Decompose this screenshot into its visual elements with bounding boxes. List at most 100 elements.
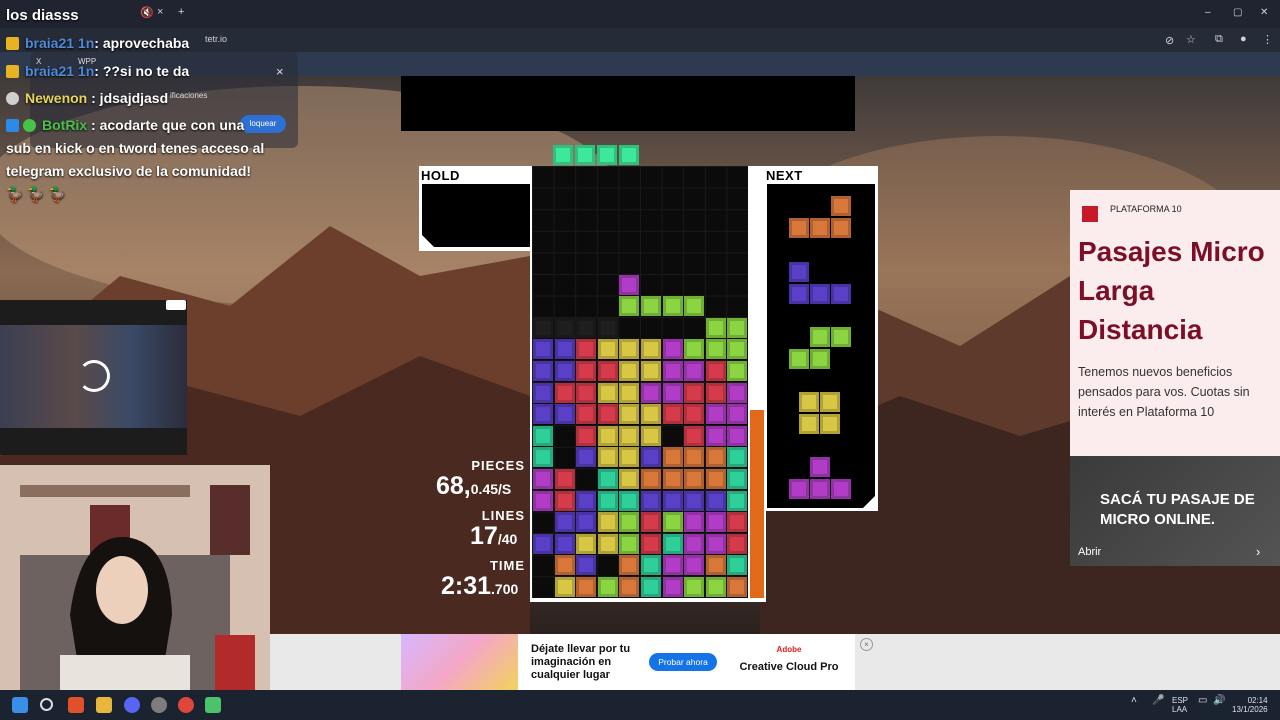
board-block (684, 577, 705, 597)
board-block (662, 382, 683, 403)
board-block (554, 512, 575, 533)
mute-tab-icon[interactable]: 🔇 (140, 6, 154, 19)
board-block (619, 425, 640, 446)
board-block (662, 361, 683, 381)
board-block (576, 382, 597, 403)
obs-icon[interactable] (151, 697, 167, 713)
board-block (597, 447, 618, 468)
board-block (684, 404, 705, 425)
board-block (705, 339, 726, 360)
minimize-icon[interactable]: – (1205, 7, 1211, 18)
board-block (705, 490, 726, 511)
ad-close-icon[interactable]: × (860, 638, 873, 651)
video-thumbnail[interactable] (0, 300, 187, 455)
window-close-icon[interactable]: ✕ (1260, 7, 1268, 18)
next-piece-block (810, 479, 830, 499)
board-block (597, 533, 618, 554)
next-piece-block (831, 327, 851, 347)
board-block (727, 425, 748, 446)
board-block (597, 382, 618, 403)
network-icon[interactable]: ▭ (1198, 695, 1207, 706)
board-block (641, 512, 661, 533)
menu-icon[interactable]: ⋮ (1262, 33, 1273, 46)
board-block (662, 469, 683, 489)
app-icon[interactable] (205, 697, 221, 713)
next-piece-block (789, 479, 809, 499)
ad-banner-text: SACÁ TU PASAJE DE MICRO ONLINE. (1100, 491, 1255, 528)
board-block (705, 317, 726, 338)
language-indicator[interactable]: ESP LAA (1172, 696, 1188, 714)
board-block (705, 382, 726, 403)
board-block (597, 577, 618, 597)
board-block (641, 404, 661, 425)
start-icon[interactable] (12, 697, 28, 713)
volume-icon[interactable]: 🔊 (1213, 695, 1225, 706)
adobe-ad[interactable]: Déjate llevar por tu imaginación en cual… (401, 634, 855, 690)
notification-close-icon[interactable]: × (276, 64, 284, 79)
ad-open-link[interactable]: Abrir (1078, 546, 1101, 558)
close-tab-icon[interactable]: × (157, 6, 163, 18)
board-block (597, 469, 618, 489)
try-now-button[interactable]: Probar ahora (649, 653, 717, 671)
discord-icon[interactable] (124, 697, 140, 713)
board-block (684, 339, 705, 360)
board-block (597, 490, 618, 511)
url-text[interactable]: tetr.io (205, 34, 227, 44)
chat-message: braia21 1n: aprovechaba (6, 35, 189, 51)
pieces-label: PIECES (471, 458, 525, 473)
board-block (727, 339, 748, 360)
maximize-icon[interactable]: ▢ (1233, 7, 1242, 18)
board-block (533, 382, 553, 403)
next-label: NEXT (766, 168, 803, 183)
brave-icon[interactable] (68, 697, 84, 713)
board-block (684, 512, 705, 533)
profile-icon[interactable]: ● (1240, 33, 1247, 45)
time-ms: .700 (491, 581, 519, 597)
chevron-right-icon[interactable]: › (1256, 544, 1260, 559)
board-block (641, 382, 661, 403)
replay-icon[interactable] (78, 360, 110, 392)
falling-piece-block (597, 145, 617, 165)
ad-banner[interactable]: SACÁ TU PASAJE DE MICRO ONLINE. Abrir › (1070, 456, 1280, 566)
board-block (533, 317, 553, 338)
new-tab-button[interactable]: + (178, 6, 184, 18)
board-block (705, 447, 726, 468)
board-block (576, 447, 597, 468)
board-block (641, 339, 661, 360)
extensions-icon[interactable]: ⧉ (1215, 33, 1223, 46)
board-block (727, 382, 748, 403)
plataforma10-ad[interactable]: PLATAFORMA 10 Pasajes Micro Larga Distan… (1070, 190, 1280, 456)
folder-icon[interactable] (96, 697, 112, 713)
search-icon[interactable] (40, 698, 53, 711)
next-piece-block (789, 262, 809, 282)
board-block (684, 447, 705, 468)
clock[interactable]: 02:14 13/1/2026 (1232, 696, 1268, 714)
adobe-product: Creative Cloud Pro (739, 661, 839, 673)
time-value: 2:31.700 (441, 572, 519, 600)
star-icon[interactable]: ☆ (1186, 33, 1196, 46)
board-block (619, 404, 640, 425)
board-block (597, 425, 618, 446)
board-block (597, 317, 618, 338)
board-block (662, 296, 683, 317)
notification-block-button[interactable]: loquear (240, 115, 286, 133)
ad-info-icon[interactable] (166, 300, 186, 310)
board-block (554, 469, 575, 489)
board-block (576, 425, 597, 446)
board-block (597, 339, 618, 360)
board-block (554, 533, 575, 554)
tray-chevron-icon[interactable]: ˄ (1131, 695, 1137, 706)
browser-tab-bar: 🔇 × + – ▢ ✕ (0, 0, 1280, 28)
board-block (662, 404, 683, 425)
eye-off-icon[interactable]: ⊘ (1165, 34, 1174, 47)
ad-text: Déjate llevar por tu imaginación en cual… (531, 643, 631, 681)
board-block (597, 512, 618, 533)
next-piece-block (810, 457, 830, 477)
mic-icon[interactable]: 🎤 (1152, 695, 1164, 706)
board-block (533, 469, 553, 489)
chat-title: los diasss (6, 7, 79, 24)
board-block (705, 404, 726, 425)
next-piece-block (810, 218, 830, 238)
board-block (576, 361, 597, 381)
chrome-icon[interactable] (178, 697, 194, 713)
